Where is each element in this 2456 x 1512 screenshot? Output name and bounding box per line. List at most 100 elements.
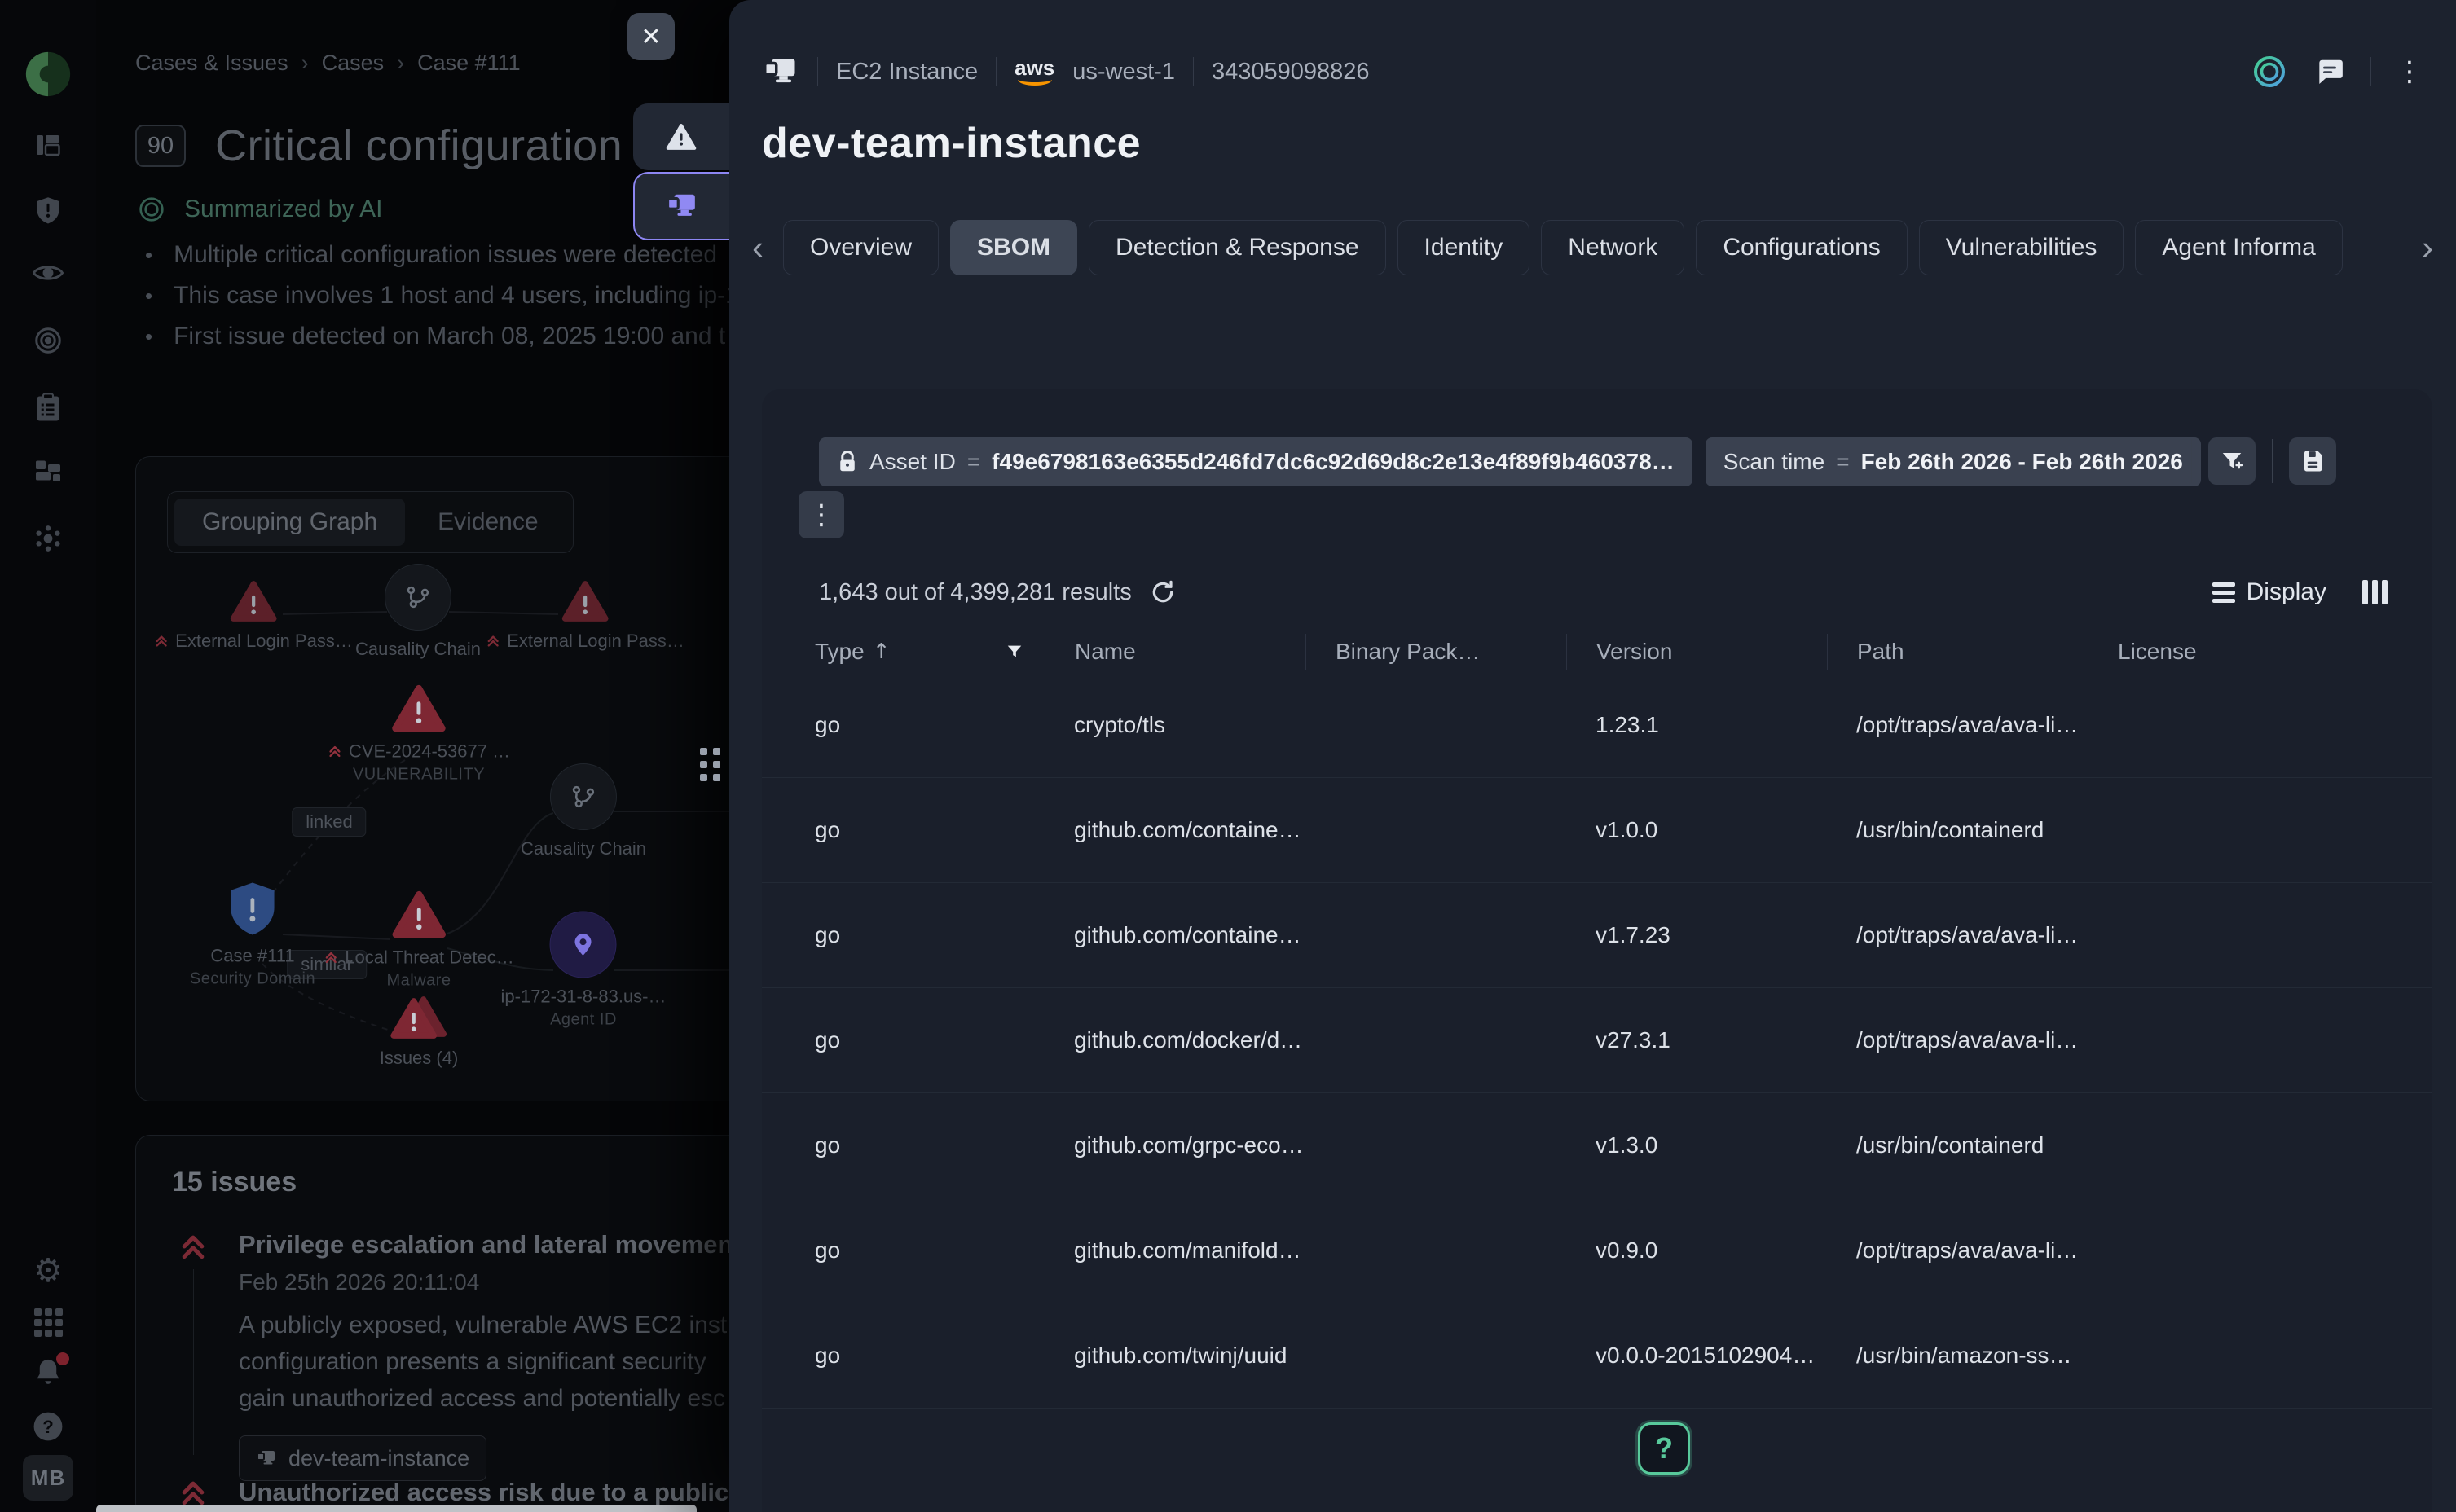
- display-menu-button[interactable]: Display: [2212, 578, 2326, 606]
- column-header-binary-package[interactable]: Binary Pack…: [1305, 634, 1566, 670]
- column-header-type[interactable]: Type ↑: [815, 634, 1045, 670]
- graph-node-local-threat[interactable]: Local Threat Detec… Malware: [324, 890, 513, 991]
- filter-operator: =: [967, 449, 980, 475]
- table-cell-path: /opt/traps/ava/ava-lin…: [1827, 1027, 2088, 1053]
- help-button[interactable]: ?: [1638, 1422, 1690, 1475]
- breadcrumb-cases[interactable]: Cases: [322, 51, 385, 76]
- tabs-scroll-right-icon[interactable]: ›: [2417, 231, 2438, 265]
- filter-actions: [2191, 437, 2336, 485]
- tab-sbom[interactable]: SBOM: [950, 220, 1077, 275]
- results-toolbar: 1,643 out of 4,399,281 results Display: [819, 574, 2388, 611]
- agent-pin-icon: [570, 932, 596, 958]
- table-row[interactable]: gogithub.com/grpc-eco…v1.3.0/usr/bin/con…: [762, 1093, 2432, 1198]
- graph-node-label: Causality Chain: [355, 639, 481, 660]
- sidebar-item-attack-surface[interactable]: [0, 523, 96, 554]
- table-cell-version: v1.0.0: [1566, 817, 1827, 843]
- save-view-button[interactable]: [2289, 437, 2336, 485]
- tab-identity[interactable]: Identity: [1397, 220, 1530, 275]
- graph-node-causality-chain-2[interactable]: Causality Chain: [521, 763, 646, 859]
- left-nav-sidebar: ⚙ ? MB: [0, 0, 96, 1512]
- chat-icon[interactable]: [2313, 56, 2346, 87]
- issue-timestamp: Feb 25th 2026 20:11:04: [239, 1269, 479, 1295]
- close-panel-button[interactable]: ✕: [627, 13, 675, 60]
- sidebar-item-reports[interactable]: [0, 393, 96, 422]
- column-header-version[interactable]: Version: [1566, 634, 1827, 670]
- sidebar-item-dashboards[interactable]: [0, 130, 96, 160]
- breadcrumb-cases-issues[interactable]: Cases & Issues: [135, 51, 288, 76]
- column-header-name[interactable]: Name: [1045, 634, 1305, 670]
- sidebar-item-notifications[interactable]: [0, 1357, 96, 1388]
- sidebar-item-threat-intel[interactable]: [0, 326, 96, 355]
- region-label: us-west-1: [1072, 59, 1175, 86]
- tab-vulnerabilities[interactable]: Vulnerabilities: [1919, 220, 2124, 275]
- divider: [817, 57, 818, 86]
- table-cell-path: /usr/bin/containerd: [1827, 817, 2088, 843]
- graph-node-external-login-2[interactable]: External Login Pass…: [486, 580, 684, 652]
- table-row[interactable]: gogithub.com/docker/d…v27.3.1/opt/traps/…: [762, 988, 2432, 1093]
- column-header-license[interactable]: License: [2088, 634, 2432, 670]
- tabs-scroll-left-icon[interactable]: ‹: [747, 231, 768, 265]
- more-actions-kebab-icon[interactable]: ⋮: [2396, 58, 2423, 86]
- case-shield-icon: [227, 881, 279, 938]
- issue-description: A publicly exposed, vulnerable AWS EC2 i…: [239, 1307, 727, 1417]
- sidebar-item-visibility[interactable]: [0, 261, 96, 285]
- graph-node-agent[interactable]: ip-172-31-8-83.us-… Agent ID: [501, 912, 667, 1030]
- ai-rings-icon[interactable]: [2250, 52, 2289, 91]
- case-score-badge: 90: [135, 125, 186, 167]
- lock-icon: [837, 450, 858, 474]
- graph-node-cve[interactable]: CVE-2024-53677 … VULNERABILITY: [328, 684, 510, 785]
- table-row[interactable]: gocrypto/tls1.23.1/opt/traps/ava/ava-lin…: [762, 673, 2432, 778]
- add-filter-button[interactable]: [2208, 437, 2256, 485]
- refresh-button[interactable]: [1150, 579, 1176, 605]
- warning-triangle-icon: [666, 123, 697, 151]
- app-root: ⚙ ? MB Cases & Issues › C: [0, 0, 2456, 1512]
- help-circle-icon: ?: [33, 1411, 64, 1442]
- tab-configurations[interactable]: Configurations: [1696, 220, 1907, 275]
- sidebar-item-incidents[interactable]: [0, 196, 96, 225]
- brand-logo[interactable]: [0, 49, 96, 99]
- case-title: Critical configuration: [215, 121, 623, 171]
- sbom-table-body: gocrypto/tls1.23.1/opt/traps/ava/ava-lin…: [762, 673, 2432, 1409]
- grouping-graph-canvas[interactable]: External Login Pass… Causality Chain: [136, 457, 729, 1101]
- column-header-path[interactable]: Path: [1827, 634, 2088, 670]
- graph-node-issues-group[interactable]: Issues (4): [380, 994, 459, 1069]
- column-filter-button[interactable]: [1006, 643, 1023, 661]
- tab-overview[interactable]: Overview: [783, 220, 939, 275]
- issue-title[interactable]: Privilege escalation and lateral movemen…: [239, 1230, 729, 1259]
- table-row[interactable]: gogithub.com/manifoldc…v0.9.0/opt/traps/…: [762, 1198, 2432, 1303]
- side-tab-alerts[interactable]: [633, 103, 729, 170]
- asset-chip[interactable]: dev-team-instance: [239, 1435, 486, 1481]
- alert-triangle-icon: [392, 684, 446, 733]
- graph-node-case-111[interactable]: Case #111 Security Domain: [190, 881, 315, 989]
- asset-chip-label: dev-team-instance: [288, 1446, 469, 1471]
- sidebar-item-help[interactable]: ?: [0, 1411, 96, 1442]
- sidebar-item-settings[interactable]: ⚙: [0, 1255, 96, 1287]
- issue-title[interactable]: Unauthorized access risk due to a public…: [239, 1478, 729, 1507]
- svg-text:?: ?: [42, 1417, 54, 1437]
- ai-bullet: This case involves 1 host and 4 users, i…: [174, 282, 729, 310]
- sidebar-item-assets[interactable]: [0, 458, 96, 486]
- kebab-icon: ⋮: [808, 501, 835, 529]
- filter-more-button[interactable]: ⋮: [799, 491, 844, 538]
- filter-chip-asset-id[interactable]: Asset ID = f49e6798163e6355d246fd7dc6c92…: [819, 437, 1692, 486]
- display-menu-icon: [2212, 582, 2235, 603]
- table-row[interactable]: gogithub.com/container…v1.7.23/opt/traps…: [762, 883, 2432, 988]
- tab-detection-response[interactable]: Detection & Response: [1089, 220, 1386, 275]
- user-avatar[interactable]: MB: [0, 1455, 96, 1501]
- monitor-icon: [665, 191, 699, 222]
- asset-tabs: ‹ Overview SBOM Detection & Response Ide…: [747, 218, 2438, 277]
- sidebar-item-apps[interactable]: [0, 1308, 96, 1337]
- graph-node-causality-chain-1[interactable]: Causality Chain: [355, 564, 481, 660]
- table-cell-name: github.com/container…: [1045, 817, 1305, 843]
- table-row[interactable]: gogithub.com/container…v1.0.0/usr/bin/co…: [762, 778, 2432, 883]
- side-tab-asset[interactable]: [633, 172, 729, 240]
- panel-resize-handle[interactable]: [700, 748, 720, 781]
- tab-network[interactable]: Network: [1541, 220, 1684, 275]
- columns-settings-button[interactable]: [2362, 580, 2388, 604]
- table-row[interactable]: gogithub.com/twinj/uuidv0.0.0-2015102904…: [762, 1303, 2432, 1409]
- graph-node-subtitle: Security Domain: [190, 970, 315, 989]
- graph-node-external-login-1[interactable]: External Login Pass…: [154, 580, 353, 652]
- filter-chip-scan-time[interactable]: Scan time = Feb 26th 2026 - Feb 26th 202…: [1706, 437, 2201, 486]
- tab-agent-information[interactable]: Agent Informa: [2135, 220, 2342, 275]
- network-cluster-icon: [33, 523, 64, 554]
